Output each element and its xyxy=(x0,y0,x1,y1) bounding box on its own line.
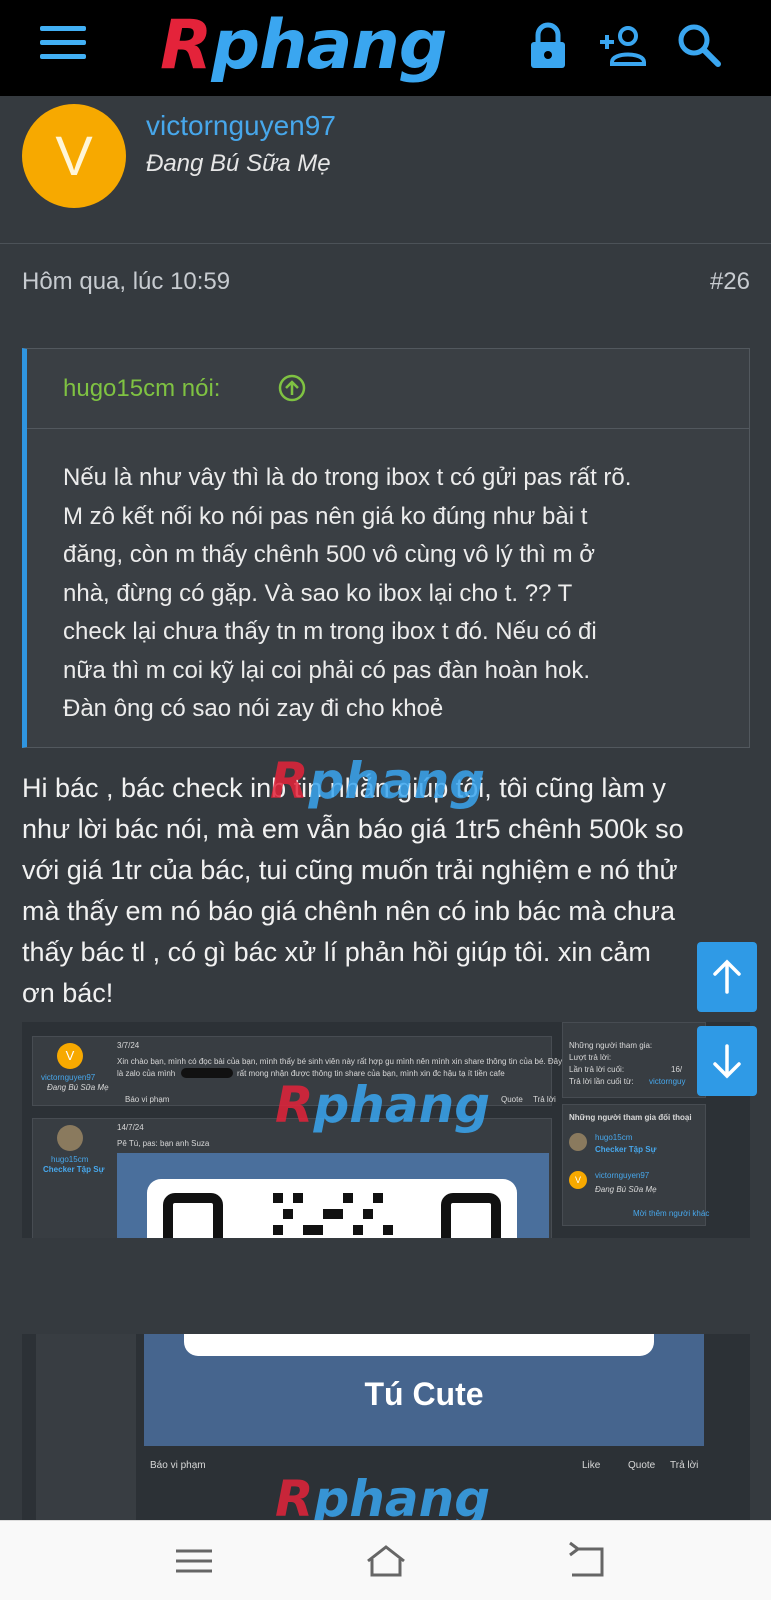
lock-icon[interactable] xyxy=(520,18,576,74)
message-user-title: Checker Tập Sự xyxy=(43,1165,105,1174)
qr-finder xyxy=(163,1193,223,1238)
menu-icon[interactable] xyxy=(40,26,86,66)
message-line: với giá 1tr của bác, tui cũng muốn trải … xyxy=(22,855,678,885)
panel-title: Những người tham gia đối thoại xyxy=(569,1113,692,1122)
qr-finder xyxy=(441,1193,501,1238)
message-username: hugo15cm xyxy=(51,1155,89,1164)
username-link[interactable]: victornguyen97 xyxy=(146,110,336,142)
message-date: 14/7/24 xyxy=(117,1123,144,1132)
quote-line: Đàn ông có sao nói zay đi cho khoẻ xyxy=(63,695,444,722)
participant-name: victornguyen97 xyxy=(595,1171,650,1180)
qr-dot xyxy=(343,1193,353,1203)
message-line: thấy bác tl , có gì bác xử lí phản hồi g… xyxy=(22,937,651,967)
participant-name: hugo15cm xyxy=(595,1133,633,1142)
qr-dot xyxy=(353,1225,363,1235)
like-link: Like xyxy=(582,1460,601,1471)
watermark-logo: Rphang xyxy=(275,1076,491,1134)
message-date: 3/7/24 xyxy=(117,1041,140,1050)
avatar[interactable]: V xyxy=(22,104,126,208)
qr-card xyxy=(147,1179,517,1238)
site-logo[interactable]: Rphang xyxy=(160,12,447,80)
quote-body: Nếu là như vây thì là do trong ibox t có… xyxy=(63,459,713,729)
report-link: Báo vi phạm xyxy=(125,1095,170,1104)
post-author: V victornguyen97 Đang Bú Sữa Mẹ xyxy=(0,96,771,244)
participant-title: Checker Tập Sự xyxy=(595,1145,657,1154)
quote-line: M zô kết nối ko nói pas nên giá ko đúng … xyxy=(63,502,588,530)
message-user-title: Đang Bú Sữa Mẹ xyxy=(47,1083,109,1092)
reply-link: Trả lời xyxy=(670,1460,699,1471)
quote-link: Quote xyxy=(628,1460,656,1471)
invite-link: Mời thêm người khác xyxy=(633,1209,710,1218)
qr-dot xyxy=(293,1193,303,1203)
scroll-up-button[interactable] xyxy=(697,942,757,1012)
quote-author[interactable]: hugo15cm nói: xyxy=(63,375,220,403)
redaction xyxy=(181,1068,233,1078)
quote-link: Quote xyxy=(501,1095,523,1104)
avatar xyxy=(569,1133,587,1151)
quote-line: đăng, còn m thấy chênh 500 vô cùng vô lý… xyxy=(63,541,596,568)
info-value: 16/ xyxy=(671,1065,683,1074)
user-column xyxy=(36,1334,136,1520)
conversation-info: Những người tham gia: Lượt trả lời: Lần … xyxy=(562,1022,706,1098)
participant-title: Đang Bú Sữa Mẹ xyxy=(595,1185,657,1194)
qr-dot xyxy=(283,1209,293,1219)
qr-dot xyxy=(363,1209,373,1219)
post-number[interactable]: #26 xyxy=(710,268,750,296)
qr-image xyxy=(117,1153,549,1238)
quote-header: hugo15cm nói: xyxy=(27,349,749,429)
quote-line: Nếu là như vây thì là do trong ibox t có… xyxy=(63,464,632,491)
arrow-up-icon xyxy=(713,959,741,994)
qr-dot xyxy=(373,1193,383,1203)
info-label: Lượt trả lời: xyxy=(569,1053,612,1062)
qr-dot xyxy=(303,1225,323,1235)
message-username: victornguyen97 xyxy=(41,1073,96,1082)
user-title: Đang Bú Sữa Mẹ xyxy=(146,150,331,177)
arrow-down-icon xyxy=(713,1044,741,1079)
search-icon[interactable] xyxy=(672,18,728,74)
quote-line: nữa thì m coi kỹ lại coi phải có pas đàn… xyxy=(63,656,591,684)
scroll-down-button[interactable] xyxy=(697,1026,757,1096)
info-label: Lần trả lời cuối: xyxy=(569,1065,625,1074)
message-text: Xin chào bạn, mình có đọc bài của bạn, m… xyxy=(117,1057,563,1066)
quote-line: nhà, đừng có gặp. Và sao ko ibox lại cho… xyxy=(63,579,573,607)
post-meta: Hôm qua, lúc 10:59 #26 xyxy=(22,268,750,296)
avatar xyxy=(57,1125,83,1151)
info-value: victornguy xyxy=(649,1077,686,1086)
reply-link: Trả lời xyxy=(533,1095,556,1104)
message-text: là zalo của mình xyxy=(117,1069,176,1078)
quote-block: hugo15cm nói: Nếu là như vây thì là do t… xyxy=(22,348,750,748)
qr-dot xyxy=(323,1209,343,1219)
add-user-icon[interactable] xyxy=(596,18,652,74)
quote-line: check lại chưa thấy tn m trong ibox t đó… xyxy=(63,618,597,645)
info-label: Những người tham gia: xyxy=(569,1041,653,1050)
qr-dot xyxy=(273,1225,283,1235)
arrow-up-circle-icon[interactable] xyxy=(277,373,307,403)
message-line: như lời bác nói, mà em vẫn báo giá 1tr5 … xyxy=(22,814,684,844)
avatar: V xyxy=(57,1043,83,1069)
recent-apps-icon[interactable] xyxy=(172,1539,216,1583)
qr-card xyxy=(184,1334,654,1356)
back-icon[interactable] xyxy=(566,1539,610,1583)
home-icon[interactable] xyxy=(364,1539,408,1583)
message-line: ơn bác! xyxy=(22,978,114,1008)
conversation-message: hugo15cm Checker Tập Sự 14/7/24 Pê Tú, p… xyxy=(32,1118,552,1238)
post-time[interactable]: Hôm qua, lúc 10:59 xyxy=(22,268,230,295)
participants-panel: Những người tham gia đối thoại hugo15cm … xyxy=(562,1104,710,1226)
message-text: Pê Tú, pas: bạn anh Suza xyxy=(117,1139,210,1148)
qr-image-bottom: Tú Cute xyxy=(144,1334,704,1446)
avatar: V xyxy=(569,1171,587,1189)
report-link: Báo vi phạm xyxy=(150,1460,206,1471)
qr-dot xyxy=(273,1193,283,1203)
qr-caption: Tú Cute xyxy=(364,1376,484,1412)
system-nav-bar xyxy=(0,1520,771,1600)
qr-dot xyxy=(383,1225,393,1235)
message-line: mà thấy em nó báo giá chênh nên có inb b… xyxy=(22,896,675,926)
top-bar: Rphang xyxy=(0,0,771,96)
watermark-logo: Rphang xyxy=(270,752,486,810)
info-label: Trả lời lần cuối từ: xyxy=(569,1077,634,1086)
